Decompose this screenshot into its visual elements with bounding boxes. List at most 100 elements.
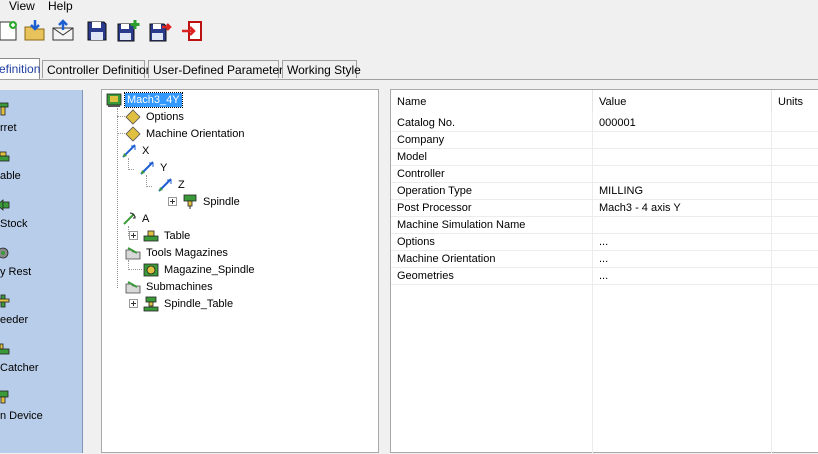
palette-item-turret[interactable]: rret	[0, 102, 82, 142]
rotary-axis-icon	[123, 212, 136, 225]
spindle-icon	[183, 194, 197, 209]
table-row[interactable]: Options...	[391, 234, 818, 251]
tree-node-label: Mach3_4Y	[124, 92, 183, 108]
palette-label: rret	[0, 122, 17, 134]
palette-item-clamping-device[interactable]: n Device	[0, 390, 82, 430]
tree-node-label: Magazine_Spindle	[164, 264, 255, 276]
palette-item-bar-feeder[interactable]: eeder	[0, 294, 82, 334]
palette-label: able	[0, 170, 21, 182]
palette-item-part-catcher[interactable]: Catcher	[0, 342, 82, 382]
tree-connector	[117, 133, 125, 134]
palette-item-stock[interactable]: Stock	[0, 198, 82, 238]
palette-item-table[interactable]: able	[0, 150, 82, 190]
open-folder-icon	[24, 20, 45, 41]
cell-units	[772, 234, 818, 250]
cell-units	[772, 251, 818, 267]
expand-toggle[interactable]	[129, 299, 138, 308]
cell-name: Operation Type	[397, 185, 473, 197]
cell-name: Machine Simulation Name	[397, 219, 526, 231]
cell-value[interactable]: Mach3 - 4 axis Y	[593, 200, 772, 216]
expand-toggle[interactable]	[129, 231, 138, 240]
submachine-folder-icon	[125, 281, 141, 294]
column-header-value[interactable]: Value	[593, 90, 772, 112]
palette-label: y Rest	[0, 266, 32, 278]
exit-icon	[182, 21, 202, 41]
cell-value[interactable]: MILLING	[593, 183, 772, 199]
table-row[interactable]: Catalog No. 000001	[391, 115, 818, 132]
save-export-icon	[149, 23, 172, 42]
cell-value[interactable]	[593, 132, 772, 148]
table-row[interactable]: Geometries...	[391, 268, 818, 285]
cell-name: Catalog No.	[397, 117, 456, 129]
table-icon	[143, 230, 159, 242]
cell-name: Controller	[397, 168, 445, 180]
table-row[interactable]: Company	[391, 132, 818, 149]
cell-value[interactable]: ...	[593, 234, 772, 250]
turret-icon	[0, 102, 9, 116]
palette-label: eeder	[0, 314, 29, 326]
stock-icon	[0, 199, 10, 211]
magazine-folder-icon	[125, 247, 141, 260]
table-row[interactable]: Controller	[391, 166, 818, 183]
column-header-units[interactable]: Units	[772, 90, 818, 112]
table-row[interactable]: Model	[391, 149, 818, 166]
cell-units	[772, 132, 818, 148]
menu-bar: View Help	[0, 0, 818, 13]
table-row[interactable]: Machine Orientation...	[391, 251, 818, 268]
save-button[interactable]	[85, 19, 109, 43]
menu-view[interactable]: View	[9, 0, 35, 13]
part-catcher-icon	[0, 343, 10, 355]
toolbar	[0, 14, 818, 50]
cell-value[interactable]	[593, 217, 772, 233]
tab-controller-definition[interactable]: Controller Definition	[42, 60, 152, 78]
tree-node-label: Options	[146, 111, 184, 123]
cell-name: Post Processor	[397, 202, 472, 214]
cell-units	[772, 115, 818, 131]
tab-user-defined-parameters[interactable]: User-Defined Parameters	[148, 60, 289, 78]
save-add-icon	[117, 20, 140, 42]
palette-label: Catcher	[0, 362, 39, 374]
cell-name: Geometries	[397, 270, 454, 282]
cell-name: Machine Orientation	[397, 253, 496, 265]
open-button[interactable]	[23, 19, 47, 43]
table-row[interactable]: Operation Type MILLING	[391, 183, 818, 200]
palette-item-steady-rest[interactable]: y Rest	[0, 246, 82, 286]
cell-value[interactable]: ...	[593, 251, 772, 267]
grid-header: Name Value Units	[391, 90, 818, 112]
table-row[interactable]: Machine Simulation Name	[391, 217, 818, 234]
component-palette: rret able Stock y Rest eeder Catcher n D…	[0, 90, 83, 453]
tree-node-label: X	[142, 145, 150, 157]
exit-button[interactable]	[180, 19, 204, 43]
tab-divider	[0, 79, 818, 80]
steady-rest-icon	[0, 247, 9, 259]
cell-value[interactable]: 000001	[593, 115, 772, 131]
machine-tree[interactable]: Mach3_4Y Options Machine Orientation X Y…	[101, 89, 379, 453]
properties-grid: Name Value Units Catalog No. 000001 Compan…	[390, 89, 818, 454]
save-add-button[interactable]	[116, 19, 140, 43]
tab-machine-definition[interactable]: efinition	[0, 58, 40, 79]
table-row[interactable]: Post Processor Mach3 - 4 axis Y	[391, 200, 818, 217]
save-export-button[interactable]	[148, 19, 172, 43]
tree-node-label: Z	[178, 179, 185, 191]
cell-value[interactable]	[593, 166, 772, 182]
cell-units	[772, 183, 818, 199]
tree-node-label: Machine Orientation	[146, 128, 245, 140]
cell-units	[772, 200, 818, 216]
menu-help[interactable]: Help	[48, 0, 73, 13]
cell-units	[772, 166, 818, 182]
new-file-icon	[0, 21, 17, 41]
tree-node-label: A	[142, 213, 150, 225]
new-file-button[interactable]	[0, 19, 20, 43]
linear-axis-icon	[140, 161, 154, 175]
palette-label: Stock	[0, 218, 28, 230]
tree-connector	[117, 108, 118, 288]
column-header-name[interactable]: Name	[391, 90, 593, 112]
diamond-icon	[125, 109, 141, 125]
cell-units	[772, 217, 818, 233]
import-button[interactable]	[51, 19, 75, 43]
magazine-icon	[143, 263, 159, 277]
tab-working-style[interactable]: Working Style	[282, 60, 361, 78]
expand-toggle[interactable]	[168, 197, 177, 206]
cell-value[interactable]: ...	[593, 268, 772, 284]
cell-value[interactable]	[593, 149, 772, 165]
